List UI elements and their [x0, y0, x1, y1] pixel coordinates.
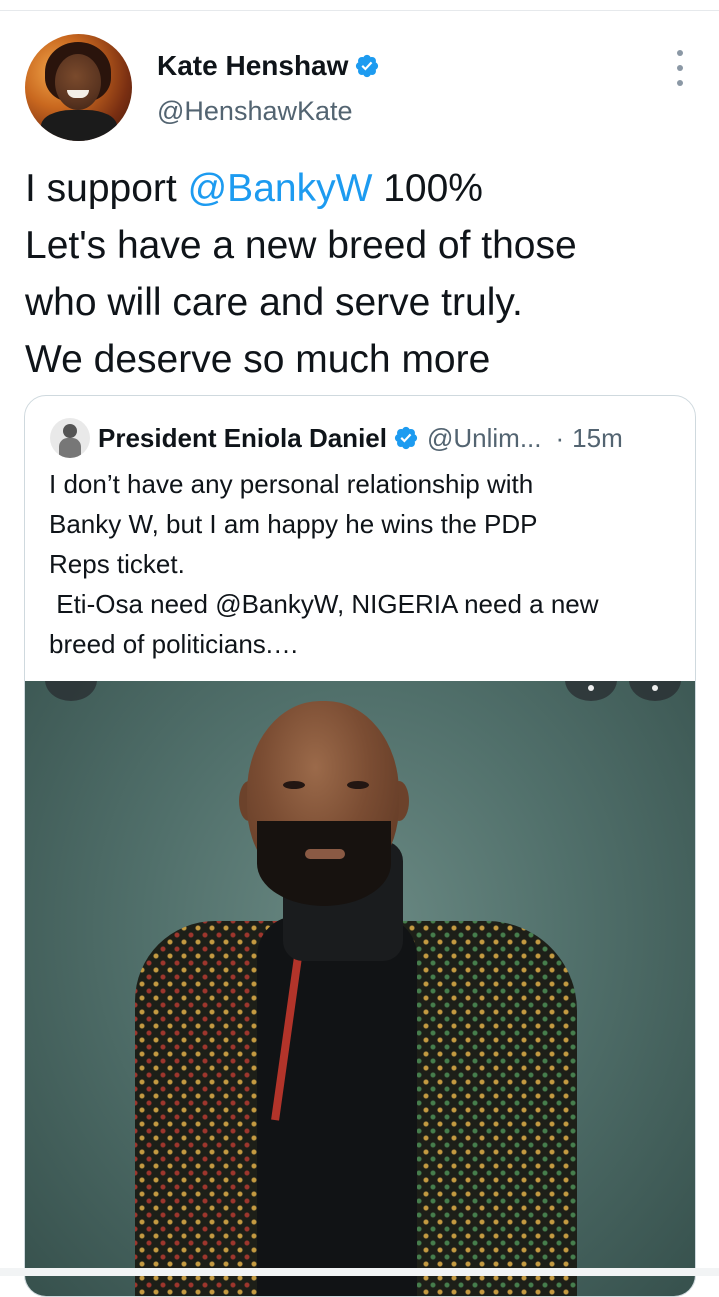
author-handle[interactable]: @HenshawKate — [157, 94, 353, 128]
mention-link[interactable]: @BankyW — [188, 167, 373, 210]
verified-badge-icon — [394, 426, 418, 450]
tweet-line-4: We deserve so much more — [25, 338, 491, 381]
quoted-timestamp: 15m — [572, 422, 623, 453]
close-icon — [45, 681, 97, 701]
more-vertical-icon[interactable] — [664, 50, 696, 86]
verified-badge-icon — [356, 54, 379, 77]
author-name-text: Kate Henshaw — [157, 50, 349, 81]
quoted-author-avatar — [50, 418, 90, 458]
quoted-line-2: Banky W, but I am happy he wins the PDP — [49, 509, 538, 539]
separator-dot: · — [555, 422, 565, 453]
tweet-text: I support @BankyW 100% Let's have a new … — [25, 160, 705, 388]
quoted-line-4: Eti-Osa need @BankyW, NIGERIA need a new — [49, 589, 599, 619]
quoted-line-1: I don’t have any personal relationship w… — [49, 469, 534, 499]
quoted-tweet-header: President Eniola Daniel @Unlim... · 15m — [98, 418, 623, 458]
quoted-author-name: President Eniola Daniel — [98, 422, 387, 453]
media-action-icon — [565, 681, 617, 701]
author-avatar[interactable] — [25, 34, 132, 141]
bottom-divider — [0, 1268, 719, 1276]
tweet-line-2: Let's have a new breed of those — [25, 224, 577, 267]
more-vertical-icon — [629, 681, 681, 701]
photo-beard — [257, 821, 391, 906]
quoted-line-5: breed of politicians.… — [49, 629, 300, 659]
quoted-tweet-photo[interactable] — [25, 681, 695, 1296]
quoted-line-3: Reps ticket. — [49, 549, 185, 579]
quoted-author-handle: @Unlim... — [426, 422, 542, 453]
tweet-line-3: who will care and serve truly. — [25, 281, 523, 324]
top-divider — [0, 10, 719, 11]
quoted-tweet-text: I don’t have any personal relationship w… — [49, 464, 689, 664]
tweet-line-1: I support @BankyW 100% — [25, 167, 483, 210]
author-name[interactable]: Kate Henshaw — [157, 48, 380, 84]
quoted-tweet-card[interactable]: President Eniola Daniel @Unlim... · 15m … — [24, 395, 696, 1297]
